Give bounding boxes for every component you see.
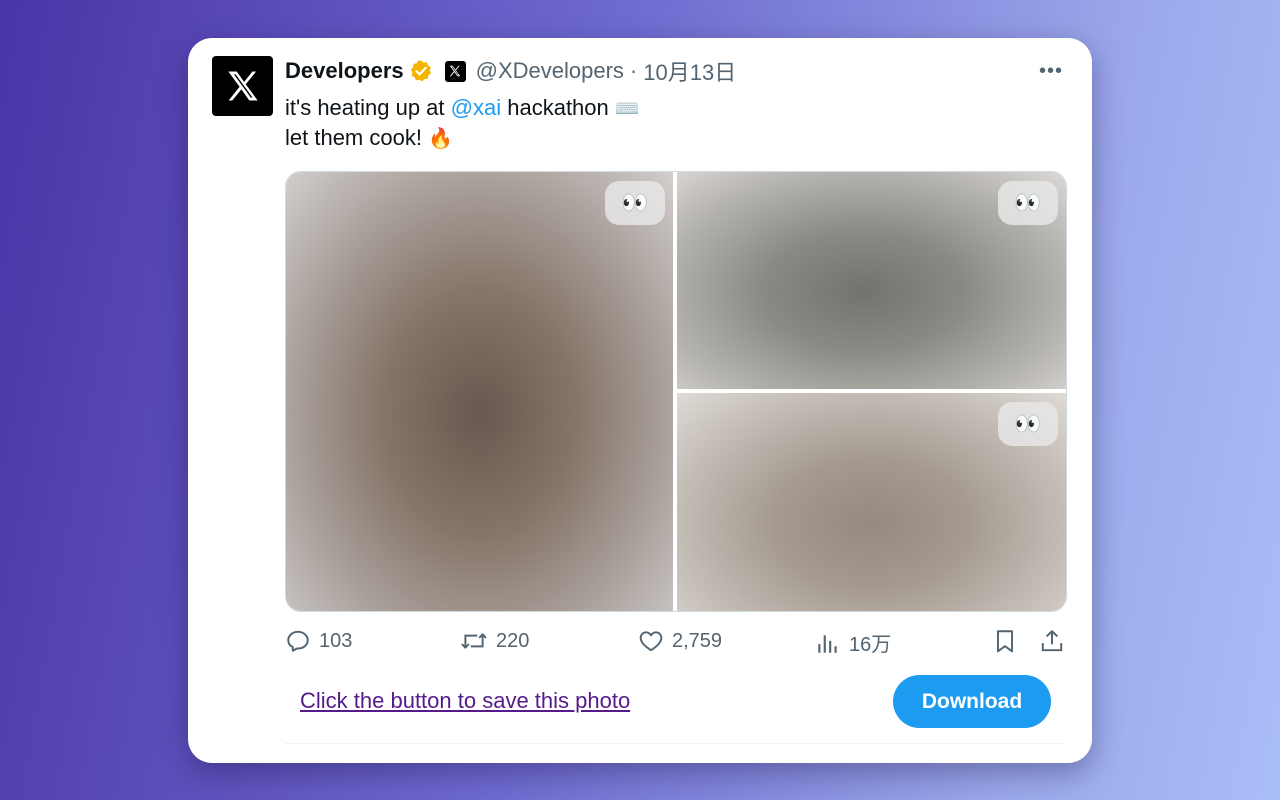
share-button[interactable] <box>1039 628 1065 654</box>
tweet-card: Developers @XDevelopers · 10月13日 ••• it'… <box>188 38 1092 763</box>
photo-3[interactable]: 👀 <box>677 393 1066 611</box>
retweet-button[interactable]: 220 <box>460 628 529 654</box>
like-button[interactable]: 2,759 <box>638 628 722 654</box>
tweet-text-part: it's heating up at <box>285 95 451 120</box>
bookmark-icon <box>996 630 1014 653</box>
affiliate-x-badge-icon[interactable] <box>444 60 466 82</box>
tweet-date[interactable]: 10月13日 <box>643 55 736 87</box>
eyes-emoji-icon[interactable]: 👀 <box>998 181 1058 225</box>
tweet-header: Developers @XDevelopers · 10月13日 <box>285 55 736 87</box>
media-grid: 👀 👀 👀 <box>285 171 1067 612</box>
photo-2[interactable]: 👀 <box>677 172 1066 389</box>
analytics-icon <box>818 634 837 653</box>
retweet-icon <box>461 633 487 649</box>
mention-link[interactable]: @xai <box>451 95 501 120</box>
fire-emoji-icon: 🔥 <box>428 126 453 150</box>
eyes-emoji-icon[interactable]: 👀 <box>998 402 1058 446</box>
download-button[interactable]: Download <box>893 675 1051 728</box>
verified-badge-icon[interactable] <box>409 59 433 83</box>
reply-count: 103 <box>319 629 353 652</box>
view-count: 16万 <box>849 634 892 656</box>
save-photo-link[interactable]: Click the button to save this photo <box>300 688 630 714</box>
header-separator: · <box>629 58 638 83</box>
tweet-text-part: let them cook! <box>285 125 429 150</box>
author-handle[interactable]: @XDevelopers <box>476 58 624 84</box>
reply-icon <box>287 630 309 652</box>
action-bar: 103 220 2,759 16万 <box>285 628 1065 664</box>
author-avatar[interactable] <box>212 56 273 116</box>
bookmark-button[interactable] <box>992 628 1018 654</box>
tweet-text-line-2: let them cook! 🔥 <box>285 123 640 153</box>
like-count: 2,759 <box>672 629 723 652</box>
tweet-text: it's heating up at @xai hackathon ⌨️ let… <box>285 93 640 153</box>
heart-icon <box>639 631 663 652</box>
share-icon <box>1041 630 1063 652</box>
tweet-text-part: hackathon <box>501 95 615 120</box>
reply-button[interactable]: 103 <box>285 628 352 654</box>
author-name[interactable]: Developers <box>285 58 404 84</box>
tweet-text-line-1: it's heating up at @xai hackathon ⌨️ <box>285 93 640 123</box>
photo-1[interactable]: 👀 <box>286 172 673 611</box>
x-logo-icon <box>227 71 258 101</box>
more-options-icon[interactable]: ••• <box>1038 60 1064 82</box>
divider <box>285 743 1065 744</box>
retweet-count: 220 <box>496 629 530 652</box>
keyboard-emoji-icon: ⌨️ <box>614 96 640 120</box>
eyes-emoji-icon[interactable]: 👀 <box>605 181 665 225</box>
views-button[interactable]: 16万 <box>815 628 891 657</box>
